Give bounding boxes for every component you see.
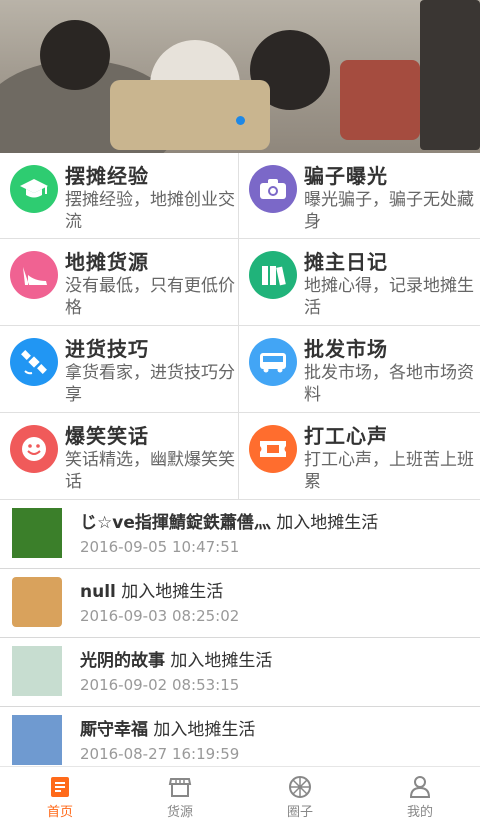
category-wholesale-market[interactable]: 批发市场 批发市场，各地市场资料 xyxy=(239,326,480,413)
graduation-cap-icon xyxy=(10,165,58,213)
avatar xyxy=(12,646,62,696)
feed-action: 加入地摊生活 xyxy=(276,513,379,533)
feed-text: null 加入地摊生活 xyxy=(80,577,223,602)
feed-action: 加入地摊生活 xyxy=(153,720,256,740)
category-desc: 曝光骗子，骗子无处藏身 xyxy=(304,190,474,232)
category-title: 骗子曝光 xyxy=(304,164,388,188)
user-name: 厮守幸福 xyxy=(80,720,148,740)
category-title: 摊主日记 xyxy=(304,250,388,274)
list-item[interactable]: じ☆ve指揮鯖錠鉄蕭僐灬 加入地摊生活 2016-09-05 10:47:51 xyxy=(0,500,480,569)
tab-supply[interactable]: 货源 xyxy=(120,767,240,825)
category-title: 批发市场 xyxy=(304,337,388,361)
feed-text: 厮守幸福 加入地摊生活 xyxy=(80,715,255,740)
carousel-dot xyxy=(235,116,245,125)
banner-photo-shape xyxy=(420,0,480,150)
feed-action: 加入地摊生活 xyxy=(121,582,224,602)
category-desc: 地摊心得，记录地摊生活 xyxy=(304,276,474,318)
tab-circle[interactable]: 圈子 xyxy=(240,767,360,825)
tab-label: 我的 xyxy=(406,805,433,820)
banner-photo-shape xyxy=(340,60,420,140)
activity-feed: じ☆ve指揮鯖錠鉄蕭僐灬 加入地摊生活 2016-09-05 10:47:51 … xyxy=(0,500,480,776)
list-item[interactable]: 光阴的故事 加入地摊生活 2016-09-02 08:53:15 xyxy=(0,638,480,707)
timestamp: 2016-09-05 10:47:51 xyxy=(80,538,240,556)
category-desc: 摆摊经验，地摊创业交流 xyxy=(65,190,235,232)
category-vendor-diary[interactable]: 摊主日记 地摊心得，记录地摊生活 xyxy=(239,239,480,326)
banner-photo-shape xyxy=(110,80,270,150)
feed-action: 加入地摊生活 xyxy=(170,651,273,671)
ticket-icon xyxy=(249,425,297,473)
category-stall-supply[interactable]: 地摊货源 没有最低，只有更低价格 xyxy=(0,239,239,326)
banner-photo-shape xyxy=(40,20,110,90)
carousel-indicator xyxy=(0,116,480,125)
category-jokes[interactable]: 爆笑笑话 笑话精选，幽默爆笑笑话 xyxy=(0,413,239,500)
user-name: 光阴的故事 xyxy=(80,651,165,671)
category-desc: 打工心声，上班苦上班累 xyxy=(304,450,474,492)
tab-home[interactable]: 首页 xyxy=(0,767,120,825)
circle-icon xyxy=(289,776,311,798)
category-purchasing-tips[interactable]: 进货技巧 拿货看家，进货技巧分享 xyxy=(0,326,239,413)
category-desc: 批发市场，各地市场资料 xyxy=(304,363,474,405)
bus-icon xyxy=(249,338,297,386)
tab-label: 货源 xyxy=(166,805,193,820)
user-icon xyxy=(409,776,431,798)
user-name: null xyxy=(80,582,116,602)
avatar xyxy=(12,577,62,627)
satellite-icon xyxy=(10,338,58,386)
category-desc: 拿货看家，进货技巧分享 xyxy=(65,363,235,405)
tab-mine[interactable]: 我的 xyxy=(360,767,480,825)
category-stall-experience[interactable]: 摆摊经验 摆摊经验，地摊创业交流 xyxy=(0,153,239,239)
timestamp: 2016-08-27 16:19:59 xyxy=(80,745,240,763)
feed-text: 光阴的故事 加入地摊生活 xyxy=(80,646,272,671)
category-title: 地摊货源 xyxy=(65,250,149,274)
smile-icon xyxy=(10,425,58,473)
camera-icon xyxy=(249,165,297,213)
category-desc: 没有最低，只有更低价格 xyxy=(65,276,235,318)
timestamp: 2016-09-03 08:25:02 xyxy=(80,607,240,625)
feed-text: じ☆ve指揮鯖錠鉄蕭僐灬 加入地摊生活 xyxy=(80,508,378,533)
category-title: 进货技巧 xyxy=(65,337,149,361)
category-scam-exposure[interactable]: 骗子曝光 曝光骗子，骗子无处藏身 xyxy=(239,153,480,239)
avatar xyxy=(12,715,62,765)
high-heel-icon xyxy=(10,251,58,299)
list-item[interactable]: null 加入地摊生活 2016-09-03 08:25:02 xyxy=(0,569,480,638)
avatar xyxy=(12,508,62,558)
books-icon xyxy=(249,251,297,299)
category-desc: 笑话精选，幽默爆笑笑话 xyxy=(65,450,235,492)
tab-label: 首页 xyxy=(46,805,73,820)
banner-carousel[interactable] xyxy=(0,0,480,153)
timestamp: 2016-09-02 08:53:15 xyxy=(80,676,240,694)
category-work-voices[interactable]: 打工心声 打工心声，上班苦上班累 xyxy=(239,413,480,500)
category-title: 打工心声 xyxy=(304,424,388,448)
bottom-tab-bar: 首页 货源 圈子 我的 xyxy=(0,766,480,825)
category-title: 摆摊经验 xyxy=(65,164,149,188)
store-icon xyxy=(168,778,192,797)
user-name: じ☆ve指揮鯖錠鉄蕭僐灬 xyxy=(80,513,271,533)
home-icon xyxy=(51,777,69,797)
tab-label: 圈子 xyxy=(286,805,313,820)
category-title: 爆笑笑话 xyxy=(65,424,149,448)
category-grid: 摆摊经验 摆摊经验，地摊创业交流 骗子曝光 曝光骗子，骗子无处藏身 地摊货源 没… xyxy=(0,153,480,500)
